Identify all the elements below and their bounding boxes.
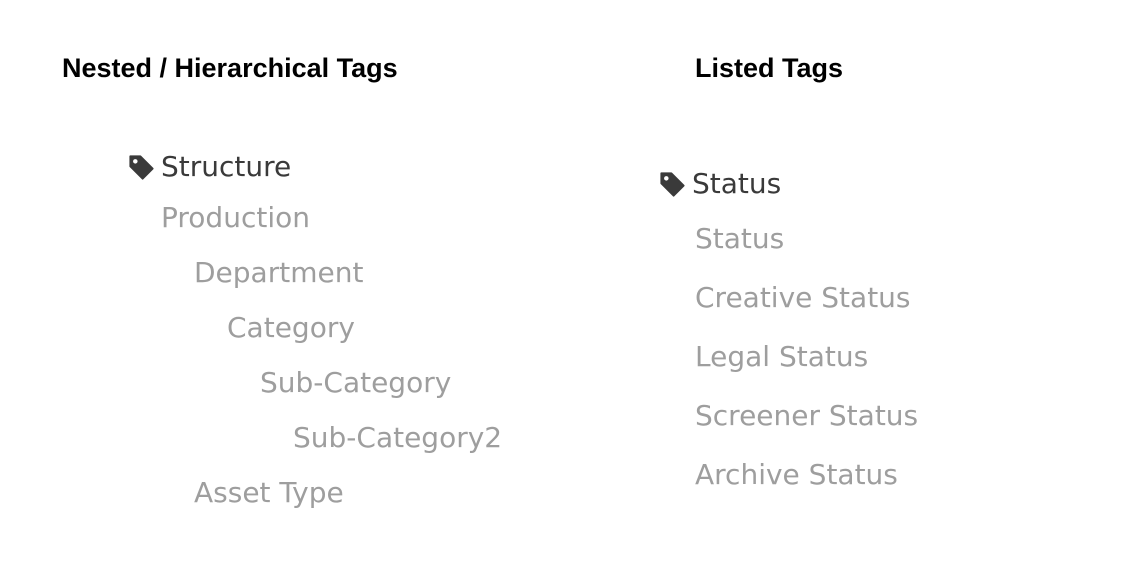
nested-tag-item[interactable]: Department — [194, 256, 363, 290]
listed-tag-item[interactable]: Legal Status — [695, 340, 868, 374]
listed-tag-item[interactable]: Creative Status — [695, 281, 911, 315]
tag-icon — [129, 154, 154, 180]
nested-tags-heading: Nested / Hierarchical Tags — [62, 53, 398, 83]
nested-root-tag[interactable]: Structure — [128, 150, 291, 184]
listed-tag-item[interactable]: Status — [695, 222, 784, 256]
listed-tags-heading: Listed Tags — [695, 53, 844, 83]
listed-root-label: Status — [692, 167, 782, 200]
listed-tag-item[interactable]: Archive Status — [695, 458, 898, 492]
nested-tag-item[interactable]: Category — [227, 311, 355, 345]
nested-root-label: Structure — [161, 150, 292, 183]
nested-tag-item[interactable]: Sub-Category2 — [293, 421, 502, 455]
nested-tag-item[interactable]: Production — [161, 201, 310, 235]
nested-tag-item[interactable]: Asset Type — [194, 476, 344, 510]
listed-tag-item[interactable]: Screener Status — [695, 399, 918, 433]
tag-icon — [660, 171, 685, 197]
listed-root-tag[interactable]: Status — [659, 167, 781, 201]
nested-tag-item[interactable]: Sub-Category — [260, 366, 451, 400]
